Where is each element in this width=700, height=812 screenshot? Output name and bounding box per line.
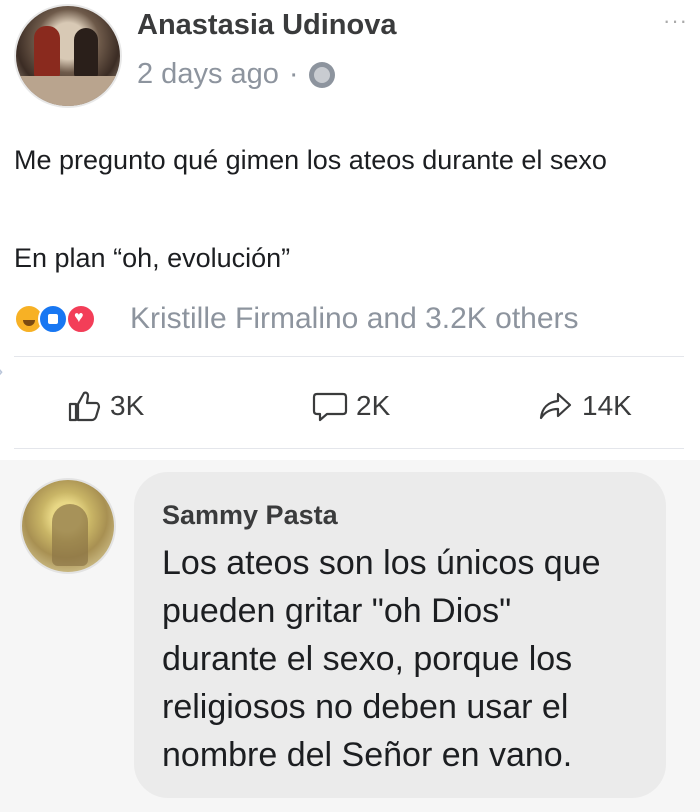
share-button[interactable]: 14K [538, 388, 632, 424]
comment-text-line: pueden gritar "oh Dios" [162, 592, 512, 630]
commenter-avatar[interactable] [20, 478, 116, 574]
like-reaction-icon [38, 304, 68, 334]
love-reaction-icon [66, 304, 96, 334]
avatar-background [16, 76, 120, 106]
comment-author-name[interactable]: Sammy Pasta [162, 500, 642, 531]
thumbs-up-icon [68, 391, 101, 422]
comment-text: Los ateos son los únicos que pueden grit… [162, 539, 642, 779]
post-timestamp[interactable]: 2 days ago [137, 58, 279, 91]
comment-count: 2K [356, 390, 391, 421]
post-text-line-1: Me pregunto qué gimen los ateos durante … [14, 145, 607, 175]
post-author-name[interactable]: Anastasia Udinova [137, 9, 396, 42]
share-arrow-icon [539, 392, 572, 420]
share-count: 14K [582, 390, 632, 421]
like-count: 3K [110, 390, 145, 421]
post-card: Anastasia Udinova 2 days ago · ··· Me pr… [0, 0, 700, 460]
comment-text-line: Los ateos son los únicos que [162, 544, 601, 582]
author-avatar[interactable] [14, 4, 122, 108]
comment-text-line: religiosos no deben usar el [162, 688, 569, 726]
post-meta: 2 days ago · [137, 58, 335, 91]
comment-icon [312, 392, 348, 422]
avatar-figure [74, 28, 98, 78]
comments-section: Sammy Pasta Los ateos son los únicos que… [0, 460, 700, 812]
like-button[interactable]: 3K [66, 388, 144, 424]
comment-button[interactable]: 2K [312, 388, 390, 424]
comment-text-line: durante el sexo, porque los [162, 640, 573, 678]
comment-bubble: Sammy Pasta Los ateos son los únicos que… [134, 472, 666, 798]
chevron-right-icon[interactable]: › [0, 354, 14, 388]
globe-icon [308, 61, 335, 88]
avatar-figure [34, 26, 60, 78]
meta-separator: · [288, 58, 299, 90]
reaction-icons [14, 302, 122, 336]
more-options-icon[interactable]: ··· [663, 8, 688, 34]
avatar-figure [52, 504, 88, 566]
comment-text-line: nombre del Señor en vano. [162, 736, 573, 774]
divider [14, 448, 684, 449]
reactions-summary-text[interactable]: Kristille Firmalino and 3.2K others [130, 302, 579, 336]
post-text-line-2: En plan “oh, evolución” [14, 243, 291, 273]
reactions-summary[interactable]: Kristille Firmalino and 3.2K others [14, 302, 579, 336]
divider [14, 356, 684, 357]
